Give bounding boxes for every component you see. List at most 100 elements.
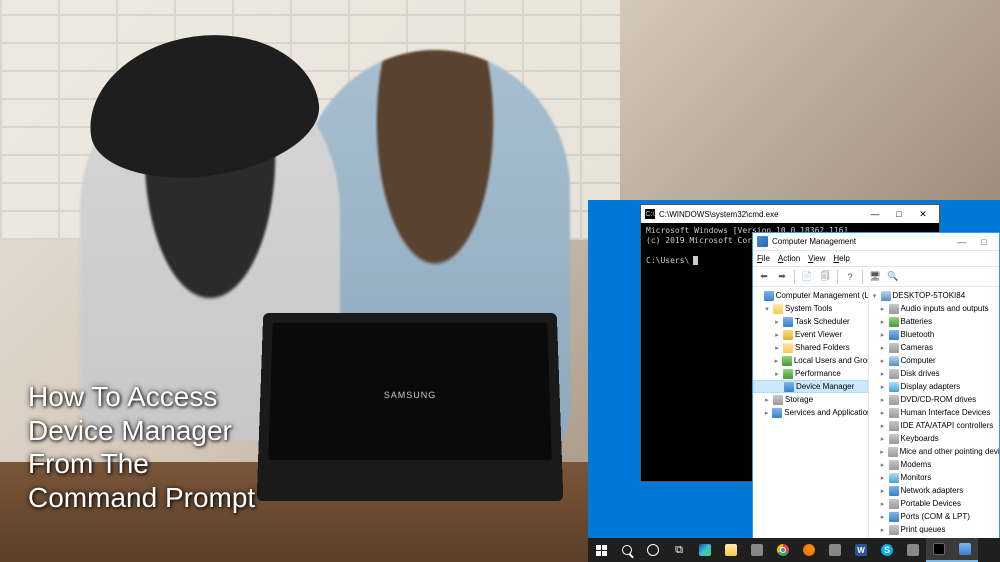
device-icon	[784, 382, 794, 392]
disk-icon	[889, 369, 899, 379]
firefox-button[interactable]	[796, 538, 822, 562]
cmd-icon: C:\	[645, 209, 655, 219]
cortana-icon	[647, 544, 659, 556]
forward-button[interactable]: ➡	[774, 269, 790, 285]
device-host[interactable]: ▾DESKTOP-5TOKI84	[869, 289, 999, 302]
tree-task[interactable]: ▸Task Scheduler	[753, 315, 868, 328]
device-dvd[interactable]: ▸DVD/CD-ROM drives	[869, 393, 999, 406]
skype-icon: S	[881, 544, 893, 556]
display-icon	[889, 382, 899, 392]
page-title: How To Access Device Manager From The Co…	[28, 380, 255, 514]
minimize-button[interactable]: —	[863, 205, 887, 223]
maximize-button[interactable]: □	[887, 205, 911, 223]
tree-local[interactable]: ▸Local Users and Groups	[753, 354, 868, 367]
cmd-taskbar-button[interactable]	[926, 538, 952, 562]
device-mice[interactable]: ▸Mice and other pointing devices	[869, 445, 999, 458]
device-modems[interactable]: ▸Modems	[869, 458, 999, 471]
search-icon	[622, 545, 632, 555]
skype-button[interactable]: S	[874, 538, 900, 562]
device-batteries[interactable]: ▸Batteries	[869, 315, 999, 328]
edge-button[interactable]	[692, 538, 718, 562]
tree-services[interactable]: ▸Services and Applications	[753, 406, 868, 419]
storage-icon	[773, 395, 783, 405]
mgmt-titlebar[interactable]: Computer Management — □	[753, 233, 999, 251]
app2-button[interactable]	[822, 538, 848, 562]
mgmt-icon	[959, 543, 971, 555]
laptop: SAMSUNG	[257, 313, 564, 501]
minimize-button[interactable]: —	[951, 233, 973, 251]
network-icon	[889, 486, 899, 496]
help-button[interactable]: ?	[842, 269, 858, 285]
dvd-icon	[889, 395, 899, 405]
word-icon: W	[855, 544, 867, 556]
device-hid[interactable]: ▸Human Interface Devices	[869, 406, 999, 419]
tree-shared[interactable]: ▸Shared Folders	[753, 341, 868, 354]
menu-help[interactable]: Help	[833, 254, 849, 263]
explorer-button[interactable]	[718, 538, 744, 562]
refresh-button[interactable]: 🖥	[867, 269, 883, 285]
left-tree: Computer Management (Local) ▾System Tool…	[753, 287, 869, 539]
shared-icon	[783, 343, 793, 353]
menu-action[interactable]: Action	[778, 254, 800, 263]
mgmt-title: Computer Management	[772, 237, 856, 246]
event-icon	[783, 330, 793, 340]
app-button[interactable]	[744, 538, 770, 562]
folder-icon	[725, 544, 737, 556]
tree-perf[interactable]: ▸Performance	[753, 367, 868, 380]
menu-bar: File Action View Help	[753, 251, 999, 267]
properties-button[interactable]: 🗐	[817, 269, 833, 285]
device-cameras[interactable]: ▸Cameras	[869, 341, 999, 354]
device-monitors[interactable]: ▸Monitors	[869, 471, 999, 484]
mouse-icon	[888, 447, 898, 457]
app3-button[interactable]	[900, 538, 926, 562]
ide-icon	[889, 421, 899, 431]
back-button[interactable]: ⬅	[756, 269, 772, 285]
search-button[interactable]	[614, 538, 640, 562]
windows-icon	[596, 545, 607, 556]
tree-event[interactable]: ▸Event Viewer	[753, 328, 868, 341]
toolbar: ⬅ ➡ 📄 🗐 ? 🖥 🔍	[753, 267, 999, 287]
laptop-brand: SAMSUNG	[384, 390, 436, 400]
mgmt-icon	[757, 236, 768, 247]
tree-root[interactable]: Computer Management (Local)	[753, 289, 868, 302]
up-button[interactable]: 📄	[799, 269, 815, 285]
printer-icon	[889, 525, 899, 535]
close-button[interactable]: ✕	[911, 205, 935, 223]
users-icon	[782, 356, 792, 366]
portable-icon	[889, 499, 899, 509]
cmd-titlebar[interactable]: C:\ C:\WINDOWS\system32\cmd.exe — □ ✕	[641, 205, 939, 223]
device-keyboards[interactable]: ▸Keyboards	[869, 432, 999, 445]
cmd-icon	[933, 543, 945, 555]
tree-devmgr[interactable]: Device Manager	[753, 380, 868, 393]
computer-icon	[889, 356, 899, 366]
cursor-icon	[693, 256, 698, 265]
device-portable[interactable]: ▸Portable Devices	[869, 497, 999, 510]
chrome-button[interactable]	[770, 538, 796, 562]
taskview-button[interactable]: ⧉	[666, 538, 692, 562]
services-icon	[772, 408, 782, 418]
start-button[interactable]	[588, 538, 614, 562]
tree-storage[interactable]: ▸Storage	[753, 393, 868, 406]
device-audio[interactable]: ▸Audio inputs and outputs	[869, 302, 999, 315]
device-ide[interactable]: ▸IDE ATA/ATAPI controllers	[869, 419, 999, 432]
device-print[interactable]: ▸Print queues	[869, 523, 999, 536]
hid-icon	[889, 408, 899, 418]
cortana-button[interactable]	[640, 538, 666, 562]
device-disk[interactable]: ▸Disk drives	[869, 367, 999, 380]
firefox-icon	[803, 544, 815, 556]
monitor-icon	[889, 473, 899, 483]
word-button[interactable]: W	[848, 538, 874, 562]
menu-file[interactable]: File	[757, 254, 770, 263]
maximize-button[interactable]: □	[973, 233, 995, 251]
scan-button[interactable]: 🔍	[885, 269, 901, 285]
mgmt-taskbar-button[interactable]	[952, 538, 978, 562]
device-bluetooth[interactable]: ▸Bluetooth	[869, 328, 999, 341]
tree-systools[interactable]: ▾System Tools	[753, 302, 868, 315]
device-network[interactable]: ▸Network adapters	[869, 484, 999, 497]
device-computer[interactable]: ▸Computer	[869, 354, 999, 367]
device-display[interactable]: ▸Display adapters	[869, 380, 999, 393]
computer-icon	[764, 291, 774, 301]
menu-view[interactable]: View	[808, 254, 825, 263]
speaker-icon	[889, 304, 899, 314]
device-ports[interactable]: ▸Ports (COM & LPT)	[869, 510, 999, 523]
